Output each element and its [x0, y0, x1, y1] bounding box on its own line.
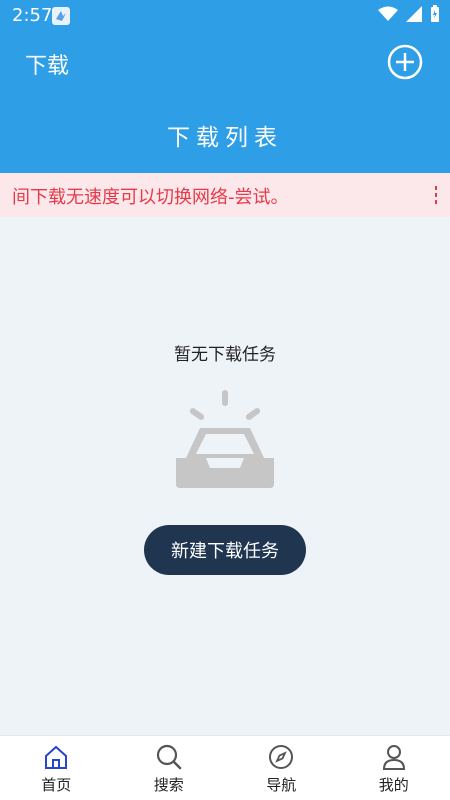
tab-mine[interactable]: 我的 [338, 736, 450, 800]
notification-app-icon [52, 7, 70, 25]
status-bar: 2:57 [0, 0, 450, 32]
empty-state: 暂无下载任务 [0, 340, 450, 488]
app-bar: 下载 下载列表 [0, 32, 450, 173]
edge-dots-icon [435, 186, 437, 204]
status-time: 2:57 [12, 5, 53, 26]
bottom-tab-bar: 首页 搜索 导航 我的 [0, 735, 450, 800]
tab-search-label: 搜索 [153, 776, 184, 794]
tab-mine-label: 我的 [378, 776, 409, 794]
empty-state-title: 暂无下载任务 [174, 345, 276, 365]
search-icon [156, 744, 181, 770]
plus-circle-icon [387, 44, 423, 80]
status-icons [378, 5, 440, 23]
battery-icon [431, 5, 439, 22]
tab-navigation[interactable]: 导航 [225, 736, 338, 800]
create-download-task-button[interactable]: 新建下载任务 [144, 525, 306, 575]
tab-home[interactable]: 首页 [0, 736, 113, 800]
section-title: 下载列表 [167, 125, 283, 151]
page-title: 下载 [25, 54, 70, 79]
add-download-button[interactable] [387, 44, 423, 80]
wifi-icon [378, 6, 398, 21]
notice-banner: 间下载无速度可以切换网络-尝试。 [0, 173, 450, 217]
notice-text: 间下载无速度可以切换网络-尝试。 [12, 187, 289, 208]
compass-icon [269, 745, 294, 769]
tab-search[interactable]: 搜索 [113, 736, 226, 800]
home-icon [45, 745, 68, 769]
tab-navigation-label: 导航 [266, 776, 297, 794]
tab-home-label: 首页 [41, 776, 72, 794]
signal-icon [406, 6, 422, 22]
user-icon [382, 745, 405, 770]
empty-inbox-icon [176, 390, 274, 488]
